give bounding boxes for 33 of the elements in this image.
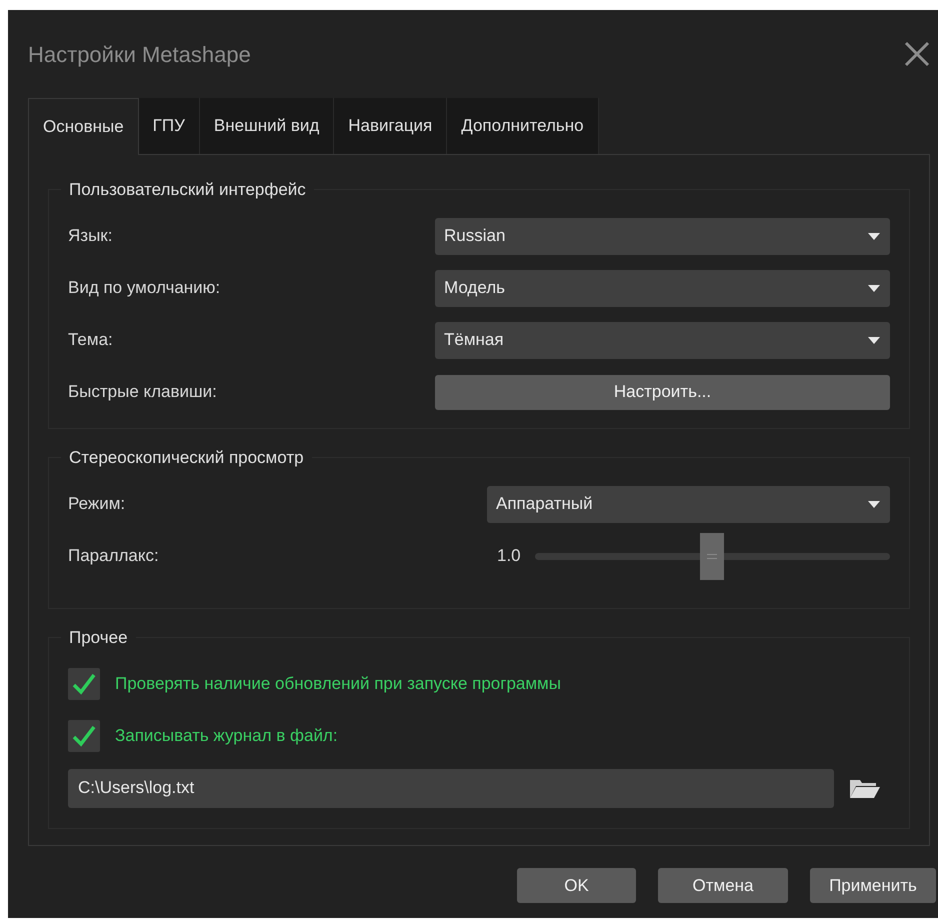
dropdown[interactable]: Аппаратный	[487, 486, 890, 522]
dropdown[interactable]: Модель	[435, 270, 890, 306]
checkbox-label: Проверять наличие обновлений при запуске программы	[115, 673, 561, 696]
dropdown[interactable]: Тёмная	[435, 322, 890, 358]
field-label: Быстрые клавиши:	[68, 381, 218, 404]
dropdown-arrow-icon	[868, 500, 880, 508]
path-field[interactable]: C:\Users\log.txt	[68, 768, 834, 808]
close-icon[interactable]	[904, 41, 930, 67]
field-label: Язык:	[68, 225, 114, 248]
tab[interactable]: Основные	[28, 98, 139, 155]
dropdown-arrow-icon	[868, 284, 880, 292]
configure-button[interactable]: Настроить...	[435, 374, 890, 410]
tab[interactable]: Внешний вид	[200, 98, 334, 154]
tab[interactable]: Дополнительно	[447, 98, 599, 154]
window-title: Настройки Metashape	[28, 40, 251, 69]
field-label: Режим:	[68, 493, 126, 516]
dialog-button[interactable]: Отмена	[658, 868, 788, 903]
slider-thumb[interactable]	[700, 532, 724, 580]
field-label: Вид по умолчанию:	[68, 277, 222, 300]
tab[interactable]: Навигация	[334, 98, 448, 154]
dropdown-arrow-icon	[868, 336, 880, 344]
tab[interactable]: ГПУ	[138, 98, 200, 154]
slider-value: 1.0	[497, 545, 521, 568]
field-label: Параллакс:	[68, 545, 160, 568]
checkbox-label: Записывать журнал в файл:	[115, 725, 338, 748]
folder-icon[interactable]	[849, 777, 881, 799]
dropdown-arrow-icon	[868, 232, 880, 240]
dropdown[interactable]: Russian	[435, 218, 890, 254]
dialog-button[interactable]: OK	[517, 868, 636, 903]
checkbox[interactable]	[68, 720, 100, 752]
dialog-button[interactable]: Применить	[810, 868, 936, 903]
field-label: Тема:	[68, 329, 114, 352]
checkbox[interactable]	[68, 668, 100, 700]
